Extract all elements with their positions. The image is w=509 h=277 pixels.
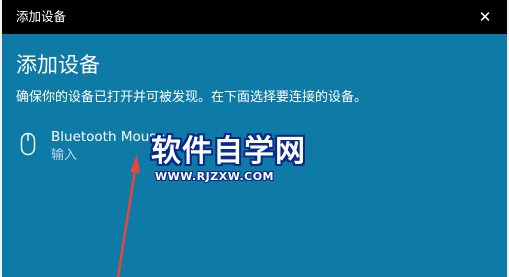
watermark-text: 软件自学网 (151, 134, 306, 169)
close-button[interactable]: ✕ (463, 0, 507, 34)
page-title: 添加设备 (16, 53, 100, 77)
window-title: 添加设备 (16, 9, 67, 24)
close-icon: ✕ (478, 8, 492, 26)
title-bar[interactable]: 添加设备 ✕ (2, 0, 507, 34)
device-name: Bluetooth Mouse (51, 129, 165, 145)
instruction-text: 确保你的设备已打开并可被发现。在下面选择要连接的设备。 (16, 90, 368, 105)
mouse-icon (20, 132, 36, 156)
watermark: 软件自学网 WWW.RJZXW.COM (151, 134, 311, 186)
watermark-url: WWW.RJZXW.COM (155, 170, 274, 183)
device-type: 输入 (51, 148, 78, 163)
